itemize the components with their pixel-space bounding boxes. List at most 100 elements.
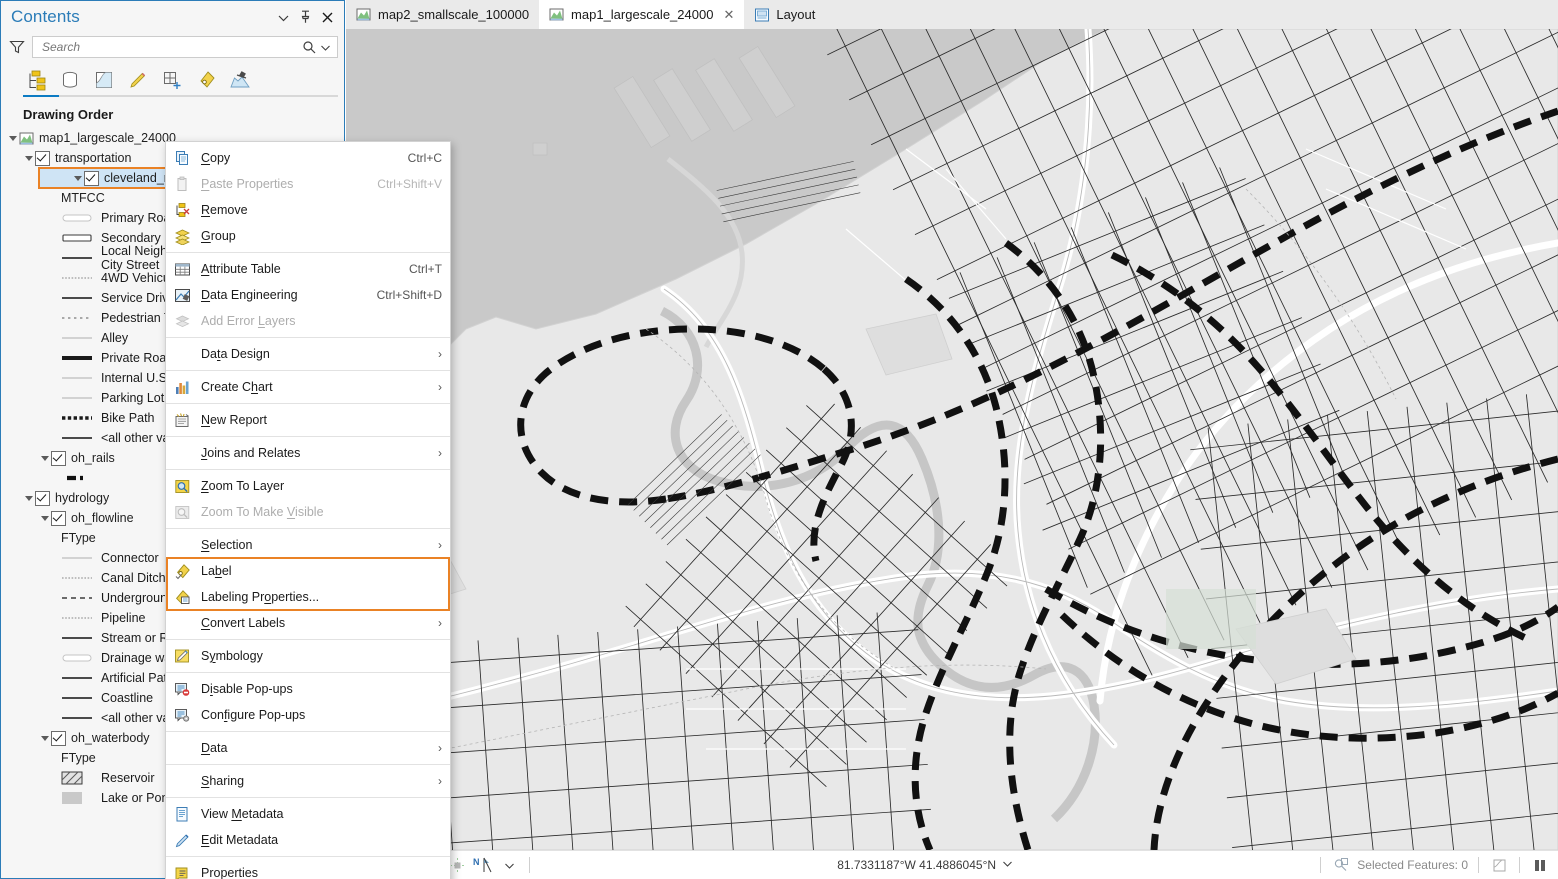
- menu-item-label: Remove: [201, 203, 248, 217]
- menu-item-create-chart[interactable]: Create Chart ›: [166, 374, 450, 400]
- menu-item-disable-popups[interactable]: Disable Pop-ups: [166, 676, 450, 702]
- map-canvas[interactable]: [346, 29, 1558, 850]
- pin-button[interactable]: [294, 6, 316, 28]
- legend-swatch: [61, 651, 93, 665]
- no-icon: [172, 344, 192, 364]
- search-icon[interactable]: [301, 39, 317, 55]
- menu-item-selection[interactable]: Selection ›: [166, 532, 450, 558]
- tree-item-label: transportation: [55, 151, 132, 165]
- legend-label: Pipeline: [101, 611, 146, 625]
- expand-collapse-caret-icon[interactable]: [39, 452, 51, 464]
- menu-item-paste-properties: Paste Properties Ctrl+Shift+V: [166, 171, 450, 197]
- menu-item-zoom-to-layer[interactable]: Zoom To Layer: [166, 473, 450, 499]
- clear-selection-button[interactable]: [1489, 855, 1509, 875]
- search-input[interactable]: [40, 39, 301, 55]
- legend-swatch: [61, 331, 93, 345]
- filter-icon[interactable]: [7, 37, 27, 57]
- tab-map1_largescale_24000[interactable]: map1_largescale_24000 ✕: [539, 0, 745, 29]
- legend-label: Alley: [101, 331, 129, 345]
- menu-item-label: Selection: [201, 538, 253, 552]
- statusbar-chevron-down-icon[interactable]: [499, 855, 519, 875]
- expand-collapse-caret-icon[interactable]: [23, 152, 35, 164]
- list-by-snapping-button[interactable]: [159, 67, 185, 93]
- menu-item-remove[interactable]: Remove: [166, 197, 450, 223]
- expand-collapse-caret-icon[interactable]: [23, 492, 35, 504]
- expand-collapse-caret-icon[interactable]: [72, 172, 84, 184]
- menu-item-view-metadata[interactable]: View Metadata: [166, 801, 450, 827]
- legend-swatch: [61, 371, 93, 385]
- layer-visibility-checkbox[interactable]: [35, 490, 50, 506]
- menu-item-label: Joins and Relates: [201, 446, 301, 460]
- label-icon: [172, 561, 192, 581]
- menu-item-edit-metadata[interactable]: Edit Metadata: [166, 827, 450, 853]
- menu-item-copy[interactable]: Copy Ctrl+C: [166, 145, 450, 171]
- map-icon: [19, 131, 34, 146]
- layer-visibility-checkbox[interactable]: [51, 450, 66, 466]
- close-icon[interactable]: ✕: [723, 7, 734, 23]
- menu-item-attribute-table[interactable]: Attribute Table Ctrl+T: [166, 256, 450, 282]
- menu-item-symbology[interactable]: Symbology: [166, 643, 450, 669]
- menu-item-configure-popups[interactable]: Configure Pop-ups: [166, 702, 450, 728]
- pause-drawing-button[interactable]: [1530, 855, 1550, 875]
- close-panel-button[interactable]: [316, 6, 338, 28]
- field-label: MTFCC: [61, 191, 105, 205]
- search-box[interactable]: [32, 36, 338, 58]
- expand-collapse-caret-icon[interactable]: [39, 732, 51, 744]
- expand-collapse-caret-icon[interactable]: [39, 512, 51, 524]
- panel-menu-button[interactable]: [272, 6, 294, 28]
- expand-collapse-caret-icon[interactable]: [7, 132, 19, 144]
- paste-icon: [172, 174, 192, 194]
- menu-item-label: Data Design: [201, 347, 270, 361]
- coordinates-chevron-down-icon[interactable]: [1002, 858, 1013, 872]
- list-by-drawing-order-button[interactable]: [23, 67, 49, 93]
- layer-visibility-checkbox[interactable]: [51, 510, 66, 526]
- configure-popups-icon: [172, 705, 192, 725]
- legend-swatch: [61, 291, 93, 305]
- tab-Layout[interactable]: Layout: [744, 0, 825, 29]
- menu-item-data[interactable]: Data ›: [166, 735, 450, 761]
- menu-item-sharing[interactable]: Sharing ›: [166, 768, 450, 794]
- menu-item-label: Configure Pop-ups: [201, 708, 306, 722]
- page-title: Contents: [11, 7, 80, 26]
- menu-item-properties[interactable]: Properties: [166, 860, 450, 879]
- layer-visibility-checkbox[interactable]: [51, 730, 66, 746]
- north-arrow-tool-icon[interactable]: N: [473, 855, 493, 875]
- list-by-charts-button[interactable]: [227, 67, 253, 93]
- menu-item-data-engineering[interactable]: Data Engineering Ctrl+Shift+D: [166, 282, 450, 308]
- tab-map2_smallscale_100000[interactable]: map2_smallscale_100000: [346, 0, 539, 29]
- disable-popups-icon: [172, 679, 192, 699]
- list-by-selection-button[interactable]: [91, 67, 117, 93]
- menu-item-add-error-layers: Add Error Layers: [166, 308, 450, 334]
- error-layers-icon: [172, 311, 192, 331]
- menu-item-convert-labels[interactable]: Convert Labels ›: [166, 610, 450, 636]
- menu-item-group[interactable]: Group: [166, 223, 450, 249]
- layer-item-cleveland_roads[interactable]: cleveland_roads: [38, 167, 180, 189]
- data-engineering-icon: [172, 285, 192, 305]
- chevron-right-icon: ›: [438, 347, 442, 361]
- menu-item-data-design[interactable]: Data Design ›: [166, 341, 450, 367]
- legend-label: Connector: [101, 551, 159, 565]
- menu-item-joins-and-relates[interactable]: Joins and Relates ›: [166, 440, 450, 466]
- menu-separator: [166, 469, 450, 470]
- no-icon: [172, 738, 192, 758]
- coordinates-text: 81.7331187°W 41.4886045°N: [837, 858, 997, 872]
- layer-context-menu[interactable]: Copy Ctrl+C Paste Properties Ctrl+Shift+V …: [165, 141, 451, 879]
- contents-panel-header: Contents: [1, 1, 344, 33]
- map-icon: [356, 7, 372, 23]
- layer-visibility-checkbox[interactable]: [84, 170, 99, 186]
- list-by-editing-button[interactable]: [125, 67, 151, 93]
- menu-item-label[interactable]: Label: [166, 558, 450, 584]
- search-options-chevron-down-icon[interactable]: [317, 39, 333, 55]
- map-view[interactable]: [346, 29, 1558, 850]
- menu-item-labeling-properties[interactable]: Labeling Properties...: [166, 584, 450, 610]
- layer-visibility-checkbox[interactable]: [35, 150, 50, 166]
- list-by-data-source-button[interactable]: [57, 67, 83, 93]
- menu-item-label: Sharing: [201, 774, 245, 788]
- menu-item-new-report[interactable]: New Report: [166, 407, 450, 433]
- chevron-right-icon: ›: [438, 538, 442, 552]
- list-by-labeling-button[interactable]: [193, 67, 219, 93]
- legend-swatch: [61, 431, 93, 445]
- tree-item-label: oh_waterbody: [71, 731, 150, 745]
- legend-swatch: [61, 551, 93, 565]
- coordinate-readout[interactable]: 81.7331187°W 41.4886045°N: [534, 858, 1316, 872]
